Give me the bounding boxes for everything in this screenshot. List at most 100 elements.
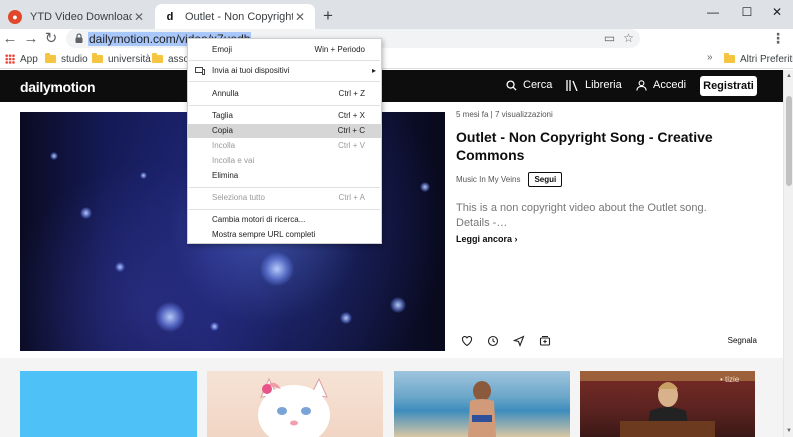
menu-item-label: Elimina (212, 171, 239, 180)
related-video-thumbnail[interactable] (207, 371, 383, 437)
bookmark-folder-other[interactable]: Altri Preferiti (724, 51, 793, 67)
menu-item-label: Incolla (212, 141, 236, 150)
bookmarks-bar: App studio università associ » Altri Pre… (0, 49, 793, 69)
close-tab-icon[interactable]: ✕ (293, 10, 307, 24)
read-more-link[interactable]: Leggi ancora › (456, 234, 776, 244)
menu-item-label: Mostra sempre URL completi (212, 230, 316, 239)
menu-item-send-to-devices[interactable]: Invia ai tuoi dispositivi ▸ (188, 64, 381, 78)
related-video-thumbnail[interactable] (20, 371, 197, 437)
menu-item-shortcut: Ctrl + Z (338, 89, 365, 98)
tab-title: YTD Video Downloader - Free video (30, 10, 132, 23)
tab-ytd[interactable]: ● YTD Video Downloader - Free video ✕ (0, 4, 154, 29)
scroll-up-icon[interactable]: ▲ (785, 72, 793, 80)
menu-item-label: Annulla (212, 89, 239, 98)
menu-item-label: Taglia (212, 111, 233, 120)
channel-name[interactable]: Music In My Veins (456, 175, 520, 184)
menu-item-copy[interactable]: Copia Ctrl + C (188, 124, 381, 138)
close-window-button[interactable]: ✕ (762, 2, 792, 22)
close-tab-icon[interactable]: ✕ (132, 10, 146, 24)
menu-item-undo[interactable]: Annulla Ctrl + Z (188, 87, 381, 101)
watch-later-icon[interactable] (487, 335, 499, 347)
menu-item-paste[interactable]: Incolla Ctrl + V (188, 139, 381, 153)
menu-item-delete[interactable]: Elimina (188, 169, 381, 183)
nav-login[interactable]: Accedi (636, 79, 686, 91)
bookmark-apps[interactable]: App (5, 51, 38, 67)
nav-label: Cerca (523, 79, 553, 91)
nav-library[interactable]: Libreria (566, 79, 622, 91)
bookmark-star-icon[interactable]: ☆ (621, 31, 636, 46)
nav-label: Accedi (653, 79, 687, 91)
menu-separator (189, 209, 380, 210)
bookmark-folder-studio[interactable]: studio (45, 51, 88, 67)
heart-icon[interactable] (461, 335, 473, 347)
library-icon (566, 79, 578, 91)
bokeh-light (140, 172, 147, 179)
video-info: 5 mesi fa | 7 visualizzazioni Outlet - N… (456, 110, 776, 244)
bokeh-light (80, 207, 92, 219)
bookmarks-overflow-icon[interactable]: » (707, 52, 713, 63)
menu-item-label: Copia (212, 126, 233, 135)
page-scrollbar[interactable]: ▲ ▼ (783, 70, 793, 437)
tab-dailymotion[interactable]: d Outlet - Non Copyright Song - C ✕ (155, 4, 315, 29)
bookmark-label: App (20, 53, 38, 65)
scroll-down-icon[interactable]: ▼ (785, 427, 793, 435)
video-meta: 5 mesi fa | 7 visualizzazioni (456, 110, 553, 119)
nav-search[interactable]: Cerca (506, 79, 552, 91)
reload-button[interactable]: ↻ (41, 29, 61, 49)
bookmark-folder-universita[interactable]: università (92, 51, 151, 67)
thumbnail-badge: • tizie (720, 375, 740, 384)
bokeh-light (260, 252, 294, 286)
menu-item-select-all[interactable]: Seleziona tutto Ctrl + A (188, 191, 381, 205)
bokeh-light (115, 262, 125, 272)
menu-item-cut[interactable]: Taglia Ctrl + X (188, 109, 381, 123)
bookmark-label: studio (61, 53, 88, 65)
bokeh-light (155, 302, 185, 332)
menu-item-label: Seleziona tutto (212, 193, 265, 202)
context-menu: Emoji Win + Periodo Invia ai tuoi dispos… (187, 38, 382, 244)
cast-icon[interactable]: ▭ (602, 31, 617, 46)
bokeh-light (340, 312, 352, 324)
back-button[interactable]: ← (0, 29, 20, 49)
menu-item-label: Emoji (212, 45, 233, 54)
bokeh-light (210, 322, 219, 331)
video-description: This is a non copyright video about the … (456, 202, 707, 229)
lock-icon[interactable] (73, 32, 85, 44)
cartoon-cat-image (258, 377, 330, 437)
forward-button[interactable]: → (21, 29, 41, 49)
menu-separator (189, 60, 380, 61)
site-logo[interactable]: dailymotion (20, 79, 96, 95)
menu-item-show-full-urls[interactable]: Mostra sempre URL completi (188, 228, 381, 242)
video-actions: Segnala (456, 335, 757, 349)
new-tab-button[interactable]: + (318, 6, 338, 26)
menu-item-shortcut: Ctrl + V (338, 141, 365, 150)
menu-item-shortcut: Win + Periodo (314, 45, 365, 54)
menu-item-change-search-engines[interactable]: Cambia motori di ricerca... (188, 213, 381, 227)
search-icon (506, 79, 517, 91)
scrollbar-thumb[interactable] (786, 96, 792, 186)
follow-button[interactable]: Segui (528, 172, 563, 187)
folder-icon (45, 53, 56, 63)
add-to-playlist-icon[interactable] (539, 335, 551, 347)
maximize-button[interactable]: ☐ (732, 2, 762, 22)
menu-item-label: Cambia motori di ricerca... (212, 215, 306, 224)
browser-menu-icon[interactable]: ⋮ (771, 29, 785, 49)
menu-item-shortcut: Ctrl + X (338, 111, 365, 120)
menu-separator (189, 105, 380, 106)
menu-item-emoji[interactable]: Emoji Win + Periodo (188, 43, 381, 57)
menu-separator (189, 187, 380, 188)
related-video-thumbnail[interactable] (394, 371, 570, 437)
menu-item-paste-and-go[interactable]: Incolla e vai (188, 154, 381, 168)
bookmark-label: università (108, 53, 151, 65)
site-header: dailymotion Cerca Libreria Accedi Regist… (0, 70, 783, 102)
minimize-button[interactable]: — (698, 2, 728, 22)
folder-icon (92, 53, 103, 63)
bokeh-light (420, 182, 430, 192)
related-video-thumbnail[interactable]: • tizie (580, 371, 755, 437)
tab-title: Outlet - Non Copyright Song - C (185, 10, 293, 23)
share-icon[interactable] (513, 335, 525, 347)
report-link[interactable]: Segnala (728, 336, 757, 345)
bokeh-light (50, 152, 58, 160)
menu-separator (189, 81, 380, 82)
dailymotion-icon: d (166, 10, 174, 23)
signup-button[interactable]: Registrati (700, 76, 757, 96)
